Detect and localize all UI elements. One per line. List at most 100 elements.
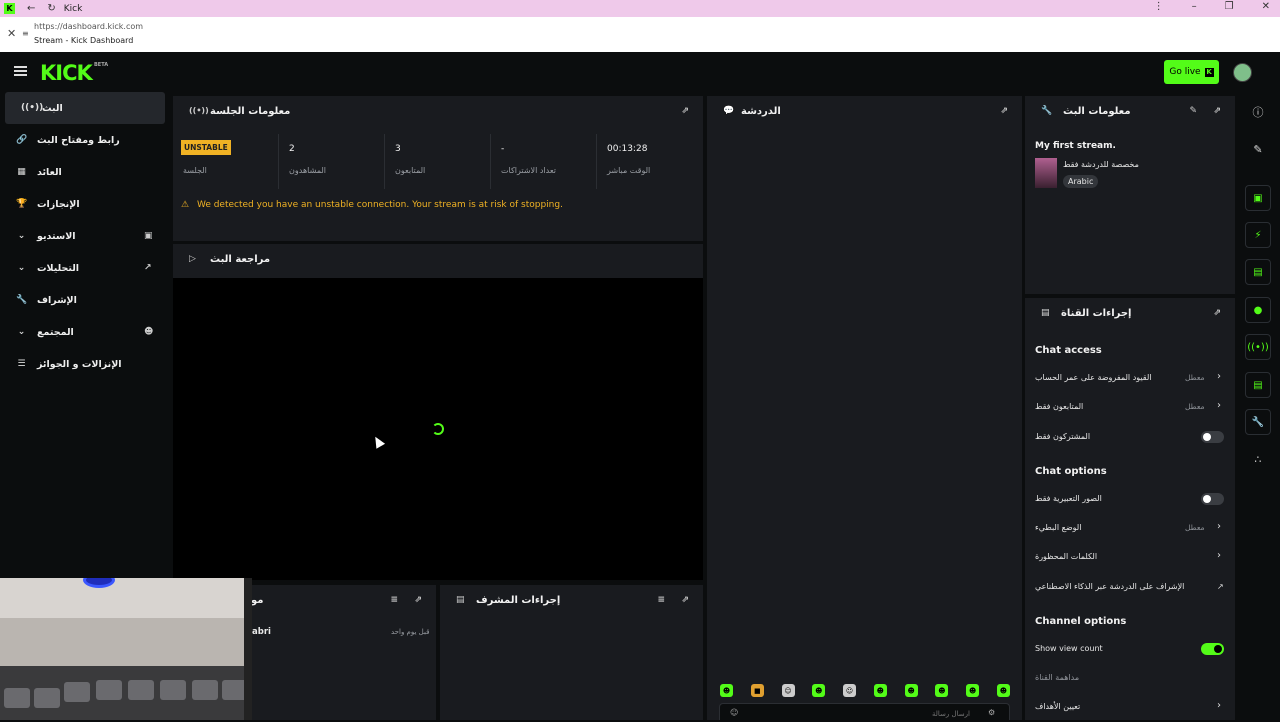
stat-followers: 3 المتابعون: [385, 134, 491, 189]
activity-time: قبل يوم واحد: [391, 628, 430, 636]
sidebar-item-stream-key[interactable]: 🔗 رابط ومفتاح البث: [0, 124, 170, 156]
popout-icon[interactable]: ⇗: [1213, 308, 1221, 318]
minimize-icon[interactable]: –: [1192, 1, 1197, 12]
info-icon[interactable]: ⓘ: [1245, 99, 1271, 125]
filter-icon[interactable]: ≡: [657, 595, 665, 605]
setting-label: الصور التعبيرية فقط: [1035, 494, 1102, 503]
warning-icon: ⚠: [181, 200, 190, 210]
panel-title: مراجعة البث: [210, 254, 271, 265]
emoji-picker-icon[interactable]: ☺: [730, 708, 738, 717]
chat-input[interactable]: ☺ ارسال رسالة ⚙: [719, 703, 1010, 720]
close-window-icon[interactable]: ✕: [1262, 1, 1270, 12]
sidebar-item-studio[interactable]: ⌄ الاستديو ▣: [0, 220, 170, 252]
sidebar-item-moderation[interactable]: 🔧 الإشراف: [0, 284, 170, 316]
add-widget-icon[interactable]: ∴: [1245, 446, 1271, 472]
back-icon[interactable]: ←: [27, 3, 35, 14]
focus-icon[interactable]: ▣: [1245, 185, 1271, 211]
broadcast-icon: ((•)): [189, 106, 209, 115]
sidebar-item-drops[interactable]: ☰ الإنزالات و الجوائز: [0, 348, 170, 380]
setting-status: معطل: [1185, 402, 1205, 411]
stream-preview-panel: ▷ مراجعة البث: [173, 244, 703, 580]
popout-icon[interactable]: ⇗: [681, 106, 689, 116]
section-heading: Chat access: [1035, 345, 1102, 356]
settings-icon[interactable]: ⚙: [988, 708, 995, 717]
emote-icon[interactable]: ☻: [873, 684, 887, 697]
chat-bubble-icon[interactable]: ●: [1245, 297, 1271, 323]
sidebar-item-analytics[interactable]: ⌄ التحليلات ↗: [0, 252, 170, 284]
avatar[interactable]: [1233, 63, 1252, 82]
sidebar-item-label: البث: [42, 102, 63, 114]
emote-icon[interactable]: ☻: [812, 684, 826, 697]
stream-title: My first stream.: [1035, 141, 1116, 151]
sidebar-item-revenue[interactable]: ▦ العائد: [0, 156, 170, 188]
setting-row-banned-words[interactable]: الكلمات المحظورة ›: [1025, 544, 1237, 572]
sidebar-item-label: الإنجازات: [37, 198, 80, 210]
reload-icon[interactable]: ↻: [47, 3, 55, 14]
close-icon[interactable]: ✕: [7, 27, 16, 40]
panel-title: إجراءات القناة: [1061, 308, 1132, 319]
go-live-button[interactable]: Go live K: [1164, 60, 1219, 84]
popout-icon[interactable]: ⇗: [1000, 106, 1008, 116]
sidebar-item-achievements[interactable]: 🏆 الإنجازات: [0, 188, 170, 220]
emote-icon[interactable]: ■: [750, 684, 764, 697]
sidebar-item-stream[interactable]: ((•)) البث: [5, 92, 165, 124]
panel-header: 💬 الدردشة ⇗: [707, 96, 1022, 128]
tab-title[interactable]: Kick: [64, 4, 83, 14]
emote-icon[interactable]: ☻: [935, 684, 949, 697]
emote-icon[interactable]: ☻: [966, 684, 980, 697]
restore-icon[interactable]: ❐: [1225, 1, 1234, 12]
emote-icon[interactable]: ☺: [781, 684, 795, 697]
stat-viewers: 2 المشاهدون: [279, 134, 385, 189]
emote-icon[interactable]: ☻: [996, 684, 1010, 697]
channel-actions-panel: ▤ إجراءات القناة ⇗ Chat access القيود ال…: [1025, 298, 1235, 720]
popout-icon[interactable]: ⇗: [414, 595, 422, 605]
menu-icon[interactable]: [14, 66, 27, 76]
edit-icon[interactable]: ✎: [1189, 106, 1197, 116]
setting-label: الإشراف على الدردشة عبر الذكاء الاصطناعي: [1035, 582, 1185, 591]
setting-row-goals[interactable]: تعيين الأهداف ›: [1025, 694, 1237, 722]
chevron-right-icon: ›: [1217, 700, 1221, 711]
document-icon[interactable]: ▤: [1245, 259, 1271, 285]
setting-row-subscribers-only: المشتركون فقط: [1025, 424, 1237, 452]
filter-icon[interactable]: ≡: [390, 595, 398, 605]
site-settings-icon[interactable]: ≡: [22, 29, 29, 38]
more-menu-icon[interactable]: ⋮: [1154, 1, 1164, 12]
setting-status: معطل: [1185, 523, 1205, 532]
sidebar-item-label: المجتمع: [37, 326, 74, 338]
browser-urlbar: ✕ ≡ https://dashboard.kick.com Stream - …: [0, 17, 1280, 52]
kick-k-icon: K: [1204, 67, 1214, 77]
kick-logo[interactable]: KICK: [40, 61, 93, 85]
top-navigation: KICK BETA Go live K: [0, 52, 1280, 92]
language-tag: Arabic: [1063, 175, 1099, 188]
popout-icon[interactable]: ⇗: [681, 595, 689, 605]
sidebar-item-community[interactable]: ⌄ المجتمع ☻: [0, 316, 170, 348]
popout-icon[interactable]: ⇗: [1213, 106, 1221, 116]
broadcast-icon[interactable]: ((•)): [1245, 334, 1271, 360]
setting-row-followers-only[interactable]: المتابعون فقط معطل ›: [1025, 394, 1237, 422]
emote-icon[interactable]: ☺: [843, 684, 857, 697]
emotes-only-toggle[interactable]: [1201, 493, 1224, 505]
setting-row-raid[interactable]: مداهمة القناة: [1025, 665, 1237, 693]
edit-icon[interactable]: ✎: [1245, 136, 1271, 162]
activity-user[interactable]: abri: [252, 627, 271, 637]
sidebar-item-label: الإنزالات و الجوائز: [37, 358, 122, 370]
setting-row-ai-moderation[interactable]: الإشراف على الدردشة عبر الذكاء الاصطناعي…: [1025, 574, 1237, 602]
category-thumbnail[interactable]: [1035, 158, 1057, 188]
revenue-icon: ▦: [17, 167, 26, 177]
section-heading: Chat options: [1035, 466, 1107, 477]
category-name[interactable]: مخصصة للدردشة فقط: [1063, 160, 1139, 169]
emote-icon[interactable]: ☻: [904, 684, 918, 697]
url-text[interactable]: https://dashboard.kick.com: [34, 22, 143, 31]
channel-icon[interactable]: ▤: [1245, 372, 1271, 398]
wrench-icon[interactable]: 🔧: [1245, 409, 1271, 435]
setting-label: المتابعون فقط: [1035, 402, 1084, 411]
emote-icon[interactable]: ☻: [720, 684, 733, 697]
subscribers-only-toggle[interactable]: [1201, 431, 1224, 443]
setting-row-slow-mode[interactable]: الوضع البطيء معطل ›: [1025, 515, 1237, 543]
sidebar-item-label: العائد: [37, 166, 62, 178]
lightning-icon[interactable]: ⚡: [1245, 222, 1271, 248]
setting-row-account-age[interactable]: القيود المفروضة على عمر الحساب معطل ›: [1025, 365, 1237, 393]
keyboard-key: [192, 680, 218, 700]
stat-label: الوقت مباشر: [607, 166, 651, 175]
show-view-count-toggle[interactable]: [1201, 643, 1224, 655]
